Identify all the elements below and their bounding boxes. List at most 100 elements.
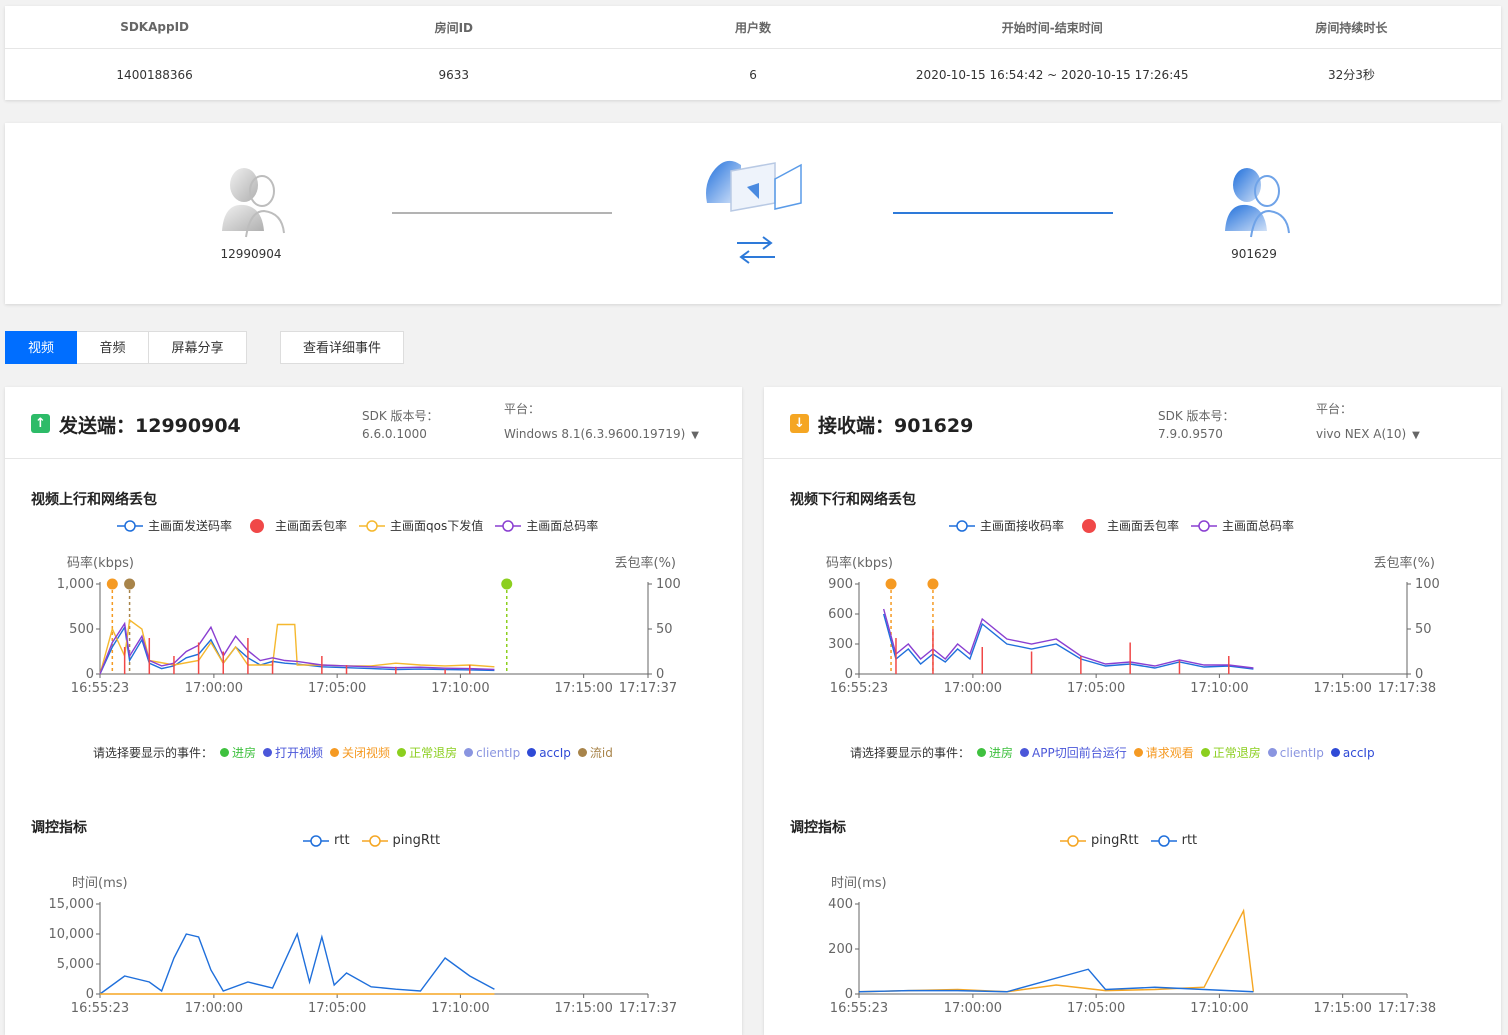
chevron-down-icon: ▼ (691, 430, 699, 441)
event-toggle-clientip[interactable]: clientIp (1267, 745, 1324, 760)
x-tick-label: 17:17:37 (619, 1001, 677, 1016)
legend-item[interactable]: 主画面发送码率 (117, 517, 232, 534)
legend-label: pingRtt (1091, 833, 1139, 848)
legend-label: 主画面接收码率 (980, 519, 1065, 533)
sender-bitrate-chart[interactable]: 码率(kbps)1,0005000丢包率(%)10050016:55:23 17:… (5, 542, 742, 702)
video-server-icon (706, 160, 802, 264)
legend-line-icon (361, 834, 388, 847)
y-axis-label: 时间(ms) (72, 876, 128, 891)
x-tick-label: 17:05:00 (1067, 681, 1125, 696)
event-toggle-app-foreground[interactable]: APP切回前台运行 (1020, 744, 1127, 761)
sender-control-chart[interactable]: 时间(ms) 15,000 10,000 5,000 016:55:23 17:00:00… (5, 862, 742, 1022)
receiver-platform-label: 平台： (1316, 402, 1353, 416)
y2-tick-label: 50 (656, 622, 673, 637)
tab-audio[interactable]: 音频 (77, 331, 149, 364)
sender-node[interactable]: 12990904 (191, 161, 311, 261)
receiver-user-id-label: 901629 (894, 415, 974, 437)
x-tick-label: 16:55:23 (71, 1001, 129, 1016)
series-line (858, 968, 1254, 993)
event-marker-dot (124, 578, 136, 590)
receiver-control-chart[interactable]: 时间(ms) 400 200 016:55:23 17:00:00 17:05:00 17:… (764, 862, 1501, 1022)
event-label: accIp (539, 745, 571, 760)
legend-dot-icon (1082, 518, 1097, 533)
x-tick-label: 17:15:00 (554, 681, 612, 696)
cell-duration: 32分3秒 (1327, 68, 1375, 82)
sender-header: ↑ 发送端：12990904 SDK 版本号： 6.6.0.1000 平台： W… (5, 387, 742, 459)
header-user-count: 用户数 (735, 20, 772, 35)
legend-item[interactable]: rtt (303, 833, 350, 848)
tab-video[interactable]: 视频 (5, 331, 77, 364)
legend-item[interactable]: pingRtt (1060, 833, 1139, 848)
event-label: clientIp (1279, 745, 1324, 760)
series-line (99, 621, 495, 675)
receiver-title: 接收端：901629 (818, 411, 973, 438)
y-tick-label: 600 (828, 607, 853, 622)
legend-item[interactable]: 主画面总码率 (495, 517, 598, 534)
legend-label: 主画面丢包率 (1107, 519, 1180, 533)
legend-label: rtt (334, 833, 350, 848)
legend-line-icon (303, 834, 329, 847)
legend-item[interactable]: 主画面qos下发值 (359, 517, 483, 534)
legend-line-icon (1150, 834, 1177, 847)
legend-item[interactable]: 主画面丢包率 (1076, 517, 1179, 534)
x-tick-label: 17:05:00 (308, 1001, 366, 1016)
sender-role-label: 发送端： (59, 415, 136, 437)
x-tick-label: 16:55:23 (71, 681, 129, 696)
receiver-sdk-version: 7.9.0.9570 (1158, 427, 1223, 441)
x-tick-label: 17:00:00 (944, 681, 1002, 696)
receiver-bitrate-chart[interactable]: 码率(kbps)9006003000丢包率(%)10050016:55:23 17… (764, 542, 1501, 702)
legend-item[interactable]: pingRtt (361, 833, 440, 848)
y-tick-label: 200 (828, 942, 853, 957)
event-label: accIp (1342, 745, 1375, 760)
event-toggle-leave[interactable]: 正常退房 (1200, 744, 1261, 761)
sender-sdk-version: 6.6.0.1000 (362, 427, 427, 441)
y-tick-label: 300 (828, 637, 853, 652)
event-toggle-stream-id[interactable]: 流id (577, 744, 613, 761)
legend-line-icon (949, 519, 975, 532)
series-line (858, 908, 1255, 993)
sender-control-title: 调控指标 (31, 820, 87, 836)
y-tick-label: 15,000 (49, 897, 95, 912)
event-label: 进房 (232, 746, 257, 760)
y2-tick-label: 100 (1415, 577, 1440, 592)
event-toggle-clientip[interactable]: clientIp (464, 746, 520, 760)
legend-line-icon (1191, 519, 1218, 532)
x-tick-label: 17:15:00 (1313, 681, 1371, 696)
event-marker-dot (106, 578, 118, 590)
event-toggle-join[interactable]: 进房 (977, 744, 1013, 761)
legend-item[interactable]: 主画面丢包率 (244, 517, 347, 534)
receiver-platform-select[interactable]: vivo NEX A(10) ▼ (1316, 427, 1420, 441)
tab-screen-share[interactable]: 屏幕分享 (149, 331, 247, 364)
x-tick-label: 17:15:00 (1313, 1001, 1371, 1016)
receiver-node[interactable]: 901629 (1194, 161, 1314, 261)
event-toggle-close-video[interactable]: 关闭视频 (330, 744, 390, 761)
series-line (882, 613, 1254, 670)
event-toggle-join[interactable]: 进房 (220, 744, 256, 761)
y2-tick-label: 100 (656, 577, 681, 592)
sender-link-line (392, 212, 612, 214)
event-label: 打开视频 (275, 746, 324, 760)
x-tick-label: 16:55:23 (830, 1001, 888, 1016)
legend-item[interactable]: 主画面接收码率 (949, 517, 1064, 534)
event-toggle-request-view[interactable]: 请求观看 (1133, 744, 1194, 761)
y-tick-label: 500 (69, 622, 94, 637)
sender-platform-select[interactable]: Windows 8.1(6.3.9600.19719) ▼ (504, 427, 699, 441)
event-label: 流id (589, 746, 613, 760)
sender-user-id-label: 12990904 (135, 415, 241, 437)
x-tick-label: 17:17:38 (1378, 681, 1436, 696)
event-toggle-leave[interactable]: 正常退房 (397, 744, 457, 761)
y-tick-label: 10,000 (49, 927, 95, 942)
sender-event-filter: 请选择要显示的事件： 进房 打开视频 关闭视频 正常退房 clientIp ac… (93, 744, 613, 761)
cell-sdkappid: 1400188366 (116, 67, 193, 82)
sender-user-id: 12990904 (220, 247, 282, 261)
event-toggle-accip[interactable]: accIp (527, 746, 571, 760)
event-toggle-accip[interactable]: accIp (1330, 745, 1375, 760)
view-detail-events-button[interactable]: 查看详细事件 (280, 331, 404, 364)
legend-label: 主画面发送码率 (148, 519, 233, 533)
legend-item[interactable]: 主画面总码率 (1191, 517, 1294, 534)
event-toggle-open-video[interactable]: 打开视频 (263, 744, 323, 761)
cell-user-count: 6 (749, 67, 757, 82)
y-tick-label: 5,000 (57, 957, 94, 972)
legend-item[interactable]: rtt (1150, 833, 1197, 848)
event-label: 进房 (989, 746, 1014, 760)
